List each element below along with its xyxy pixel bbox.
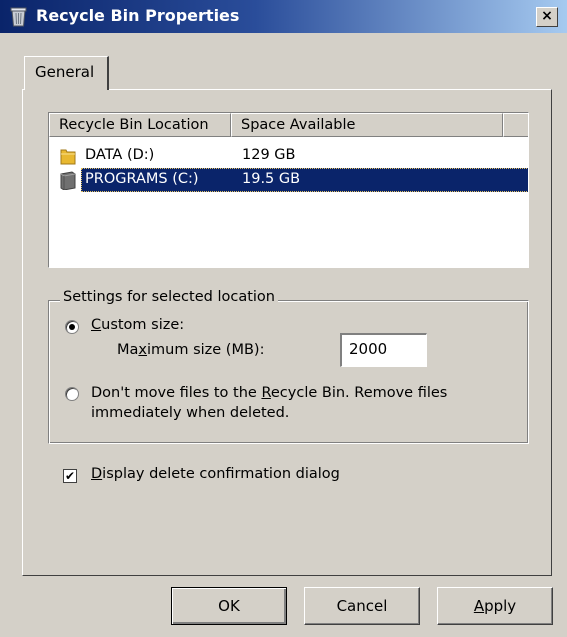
list-header: Recycle Bin Location Space Available [49, 113, 528, 137]
column-header-location[interactable]: Recycle Bin Location [49, 113, 231, 137]
maximum-size-value: 2000 [349, 340, 388, 358]
drive-icon [60, 171, 76, 190]
custom-size-radio[interactable] [65, 320, 79, 334]
apply-button[interactable]: Apply [437, 587, 553, 625]
folder-icon [60, 149, 76, 165]
close-button[interactable]: × [536, 7, 558, 27]
recycle-bin-icon [10, 7, 27, 27]
radio-selected-dot [69, 324, 75, 330]
window-title: Recycle Bin Properties [36, 6, 240, 25]
cancel-button[interactable]: Cancel [304, 587, 420, 625]
maximum-size-input[interactable]: 2000 [340, 333, 427, 367]
dont-move-files-radio[interactable] [65, 387, 79, 401]
dont-move-files-label-line2[interactable]: immediately when deleted. [91, 405, 289, 421]
title-bar[interactable]: Recycle Bin Properties × [0, 0, 567, 33]
space-cell: 129 GB [242, 147, 296, 163]
space-cell: 19.5 GB [242, 171, 301, 187]
recycle-bin-properties-dialog: Recycle Bin Properties × General Recycle… [0, 0, 567, 637]
close-icon: × [541, 8, 553, 24]
column-header-filler [503, 113, 528, 137]
ok-button[interactable]: OK [171, 587, 287, 625]
location-cell: PROGRAMS (C:) [85, 171, 199, 187]
tab-general[interactable]: General [24, 56, 109, 90]
list-item[interactable]: DATA (D:) 129 GB [49, 144, 528, 168]
maximum-size-label: Maximum size (MB): [117, 342, 265, 358]
checkmark-icon: ✔ [64, 469, 76, 483]
custom-size-label[interactable]: Custom size: [91, 317, 184, 333]
list-item-selected[interactable]: PROGRAMS (C:) 19.5 GB [49, 168, 528, 192]
tab-general-label: General [35, 63, 95, 81]
display-delete-confirmation-label[interactable]: Display delete confirmation dialog [91, 466, 340, 482]
settings-group-title: Settings for selected location [60, 289, 278, 305]
column-header-space[interactable]: Space Available [231, 113, 503, 137]
display-delete-confirmation-checkbox[interactable]: ✔ [63, 469, 77, 483]
dont-move-files-label[interactable]: Don't move files to the Recycle Bin. Rem… [91, 385, 447, 401]
recycle-bin-location-list[interactable]: Recycle Bin Location Space Available DAT… [48, 112, 529, 268]
location-cell: DATA (D:) [85, 147, 155, 163]
